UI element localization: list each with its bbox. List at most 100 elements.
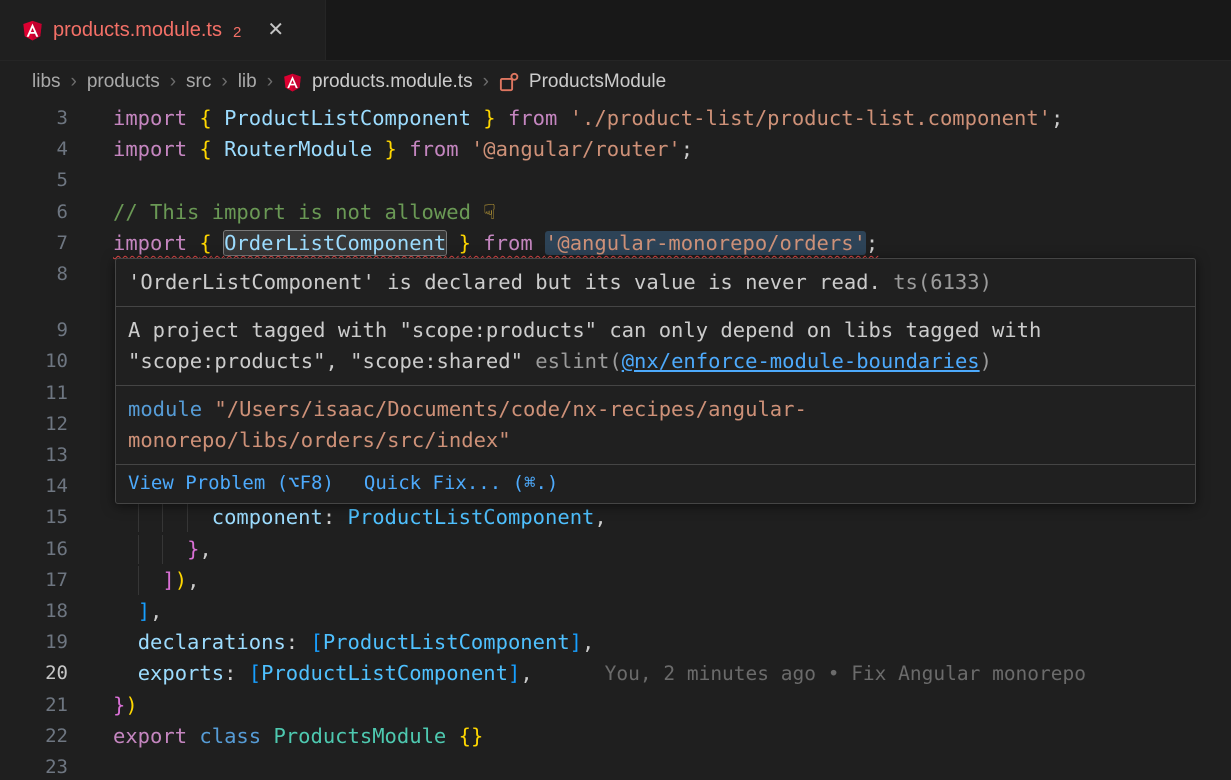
code-token: import [113, 137, 199, 161]
code-text: declarations: [ProductListComponent], [113, 627, 594, 658]
code-text: exports: [ProductListComponent],You, 2 m… [113, 658, 1086, 689]
line-number[interactable]: 9 [0, 315, 68, 346]
code-token [533, 231, 545, 255]
code-line-6[interactable]: 6 // This import is not allowed ☟ [0, 197, 1231, 228]
module-path-line-2: monorepo/libs/orders/src/index" [128, 425, 1183, 456]
eslint-rule-link[interactable]: @nx/enforce-module-boundaries [622, 349, 980, 373]
module-keyword: module [128, 397, 202, 421]
code-token: , [594, 505, 606, 529]
line-number[interactable]: 11 [0, 378, 68, 409]
breadcrumb-item-src[interactable]: src [186, 71, 211, 93]
line-number[interactable]: 13 [0, 440, 68, 471]
eslint-message-line-2: "scope:products", "scope:shared" eslint(… [128, 346, 1183, 377]
code-line-3[interactable]: 3 import { ProductListComponent } from '.… [0, 103, 1231, 134]
error-squiggle: import { OrderListComponent } from '@ang… [113, 231, 878, 255]
line-number[interactable]: 17 [0, 565, 68, 596]
code-token [113, 537, 187, 561]
code-token: { [199, 106, 211, 130]
code-line-23[interactable]: 23 [0, 752, 1231, 780]
chevron-right-icon: › [170, 71, 176, 93]
tab-bar: products.module.ts 2 ✕ [0, 0, 1231, 61]
code-token: ) [175, 568, 187, 592]
code-token: from [409, 137, 458, 161]
breadcrumb-item-libs[interactable]: libs [32, 71, 61, 93]
code-token: } [385, 137, 397, 161]
code-text: // This import is not allowed ☟ [113, 197, 496, 228]
code-text: import { ProductListComponent } from './… [113, 103, 1063, 134]
code-token: ] [508, 661, 520, 685]
code-token [446, 231, 458, 255]
tab-error-count: 2 [233, 20, 241, 41]
code-token: [ [249, 661, 261, 685]
code-token [557, 106, 569, 130]
code-line-7[interactable]: 7 import { OrderListComponent } from '@an… [0, 228, 1231, 259]
code-line-16[interactable]: 16 }, [0, 534, 1231, 565]
line-number[interactable]: 7 [0, 228, 68, 259]
code-line-4[interactable]: 4 import { RouterModule } from '@angular/… [0, 134, 1231, 165]
code-token: class [199, 724, 273, 748]
code-token: } [483, 106, 495, 130]
chevron-right-icon: › [71, 71, 77, 93]
tab-title: products.module.ts [53, 19, 222, 42]
code-token: import [113, 106, 199, 130]
code-text: import { OrderListComponent } from '@ang… [113, 228, 878, 259]
code-token: : [323, 505, 348, 529]
line-number[interactable]: 23 [0, 752, 68, 780]
code-token: import [113, 231, 199, 255]
code-token: ] [162, 568, 174, 592]
code-token: , [150, 599, 162, 623]
code-text: }) [113, 690, 138, 721]
code-line-5[interactable]: 5 [0, 165, 1231, 196]
code-token: declarations [138, 630, 286, 654]
code-text: import { RouterModule } from '@angular/r… [113, 134, 693, 165]
line-number[interactable]: 12 [0, 409, 68, 440]
line-number[interactable]: 16 [0, 534, 68, 565]
code-token: } [187, 537, 199, 561]
code-token: { [199, 231, 211, 255]
code-token [113, 505, 212, 529]
eslint-message-line-1: A project tagged with "scope:products" c… [128, 315, 1183, 346]
close-icon[interactable]: ✕ [267, 20, 284, 40]
line-number[interactable]: 18 [0, 596, 68, 627]
code-line-21[interactable]: 21}) [0, 690, 1231, 721]
eslint-source-prefix: eslint( [535, 349, 621, 373]
code-token: component [212, 505, 323, 529]
module-path-line-1: module "/Users/isaac/Documents/code/nx-r… [128, 394, 1183, 425]
code-line-17[interactable]: 17 ]), [0, 565, 1231, 596]
code-line-22[interactable]: 22export class ProductsModule {} [0, 721, 1231, 752]
code-token [459, 137, 471, 161]
breadcrumb-item-lib[interactable]: lib [238, 71, 257, 93]
code-line-18[interactable]: 18 ], [0, 596, 1231, 627]
code-line-19[interactable]: 19 declarations: [ProductListComponent], [0, 627, 1231, 658]
line-number[interactable]: 21 [0, 690, 68, 721]
code-line-20[interactable]: 20 exports: [ProductListComponent],You, … [0, 658, 1231, 689]
code-token [471, 231, 483, 255]
chevron-right-icon: › [267, 71, 273, 93]
code-token [113, 599, 138, 623]
line-number[interactable]: 22 [0, 721, 68, 752]
line-number[interactable]: 15 [0, 502, 68, 533]
breadcrumb-item-file[interactable]: products.module.ts [312, 71, 473, 93]
code-token: OrderListComponent [224, 231, 446, 255]
quick-fix-button[interactable]: Quick Fix... (⌘.) [364, 473, 558, 494]
line-number[interactable]: 10 [0, 346, 68, 377]
line-number[interactable]: 5 [0, 165, 68, 196]
code-line-15[interactable]: 15 component: ProductListComponent, [0, 502, 1231, 533]
line-number[interactable]: 4 [0, 134, 68, 165]
code-token: , [187, 568, 199, 592]
angular-icon [22, 19, 43, 41]
code-token: ; [866, 231, 878, 255]
view-problem-button[interactable]: View Problem (⌥F8) [128, 473, 334, 494]
breadcrumb-item-products[interactable]: products [87, 71, 160, 93]
line-number[interactable]: 8 [0, 259, 68, 290]
line-number[interactable]: 20 [0, 658, 68, 689]
line-number[interactable]: 14 [0, 471, 68, 502]
code-token: , [199, 537, 211, 561]
code-token [212, 231, 224, 255]
line-number[interactable]: 6 [0, 197, 68, 228]
breadcrumb-item-symbol[interactable]: ProductsModule [529, 71, 666, 93]
line-number[interactable]: 3 [0, 103, 68, 134]
tab-products-module[interactable]: products.module.ts 2 ✕ [0, 0, 326, 60]
ts-diagnostic-text: 'OrderListComponent' is declared but its… [128, 270, 881, 294]
line-number[interactable]: 19 [0, 627, 68, 658]
